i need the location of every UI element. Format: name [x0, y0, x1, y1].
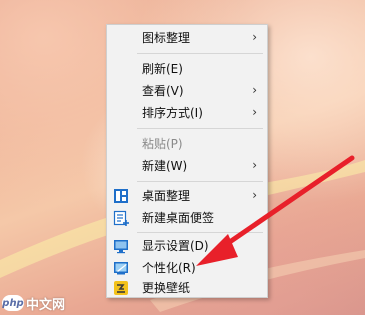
menu-item-label: 排序方式(I) — [142, 106, 203, 120]
watermark-text: 中文网 — [26, 297, 66, 313]
menu-item-view[interactable]: 查看(V) › — [107, 80, 267, 102]
menu-item-refresh[interactable]: 刷新(E) — [107, 58, 267, 80]
menu-separator — [137, 128, 263, 129]
site-watermark: php 中文网 — [2, 293, 65, 313]
menu-item-label: 刷新(E) — [142, 62, 183, 76]
menu-item-label: 图标整理 — [142, 31, 191, 45]
menu-item-personalize[interactable]: 个性化(R) — [107, 257, 267, 279]
menu-item-desktop-organize[interactable]: 桌面整理 › — [107, 185, 267, 207]
menu-item-new-desktop-note[interactable]: 新建桌面便签 — [107, 207, 267, 229]
menu-item-label: 查看(V) — [142, 84, 184, 98]
menu-separator — [137, 53, 263, 54]
php-logo: php — [2, 295, 24, 311]
desktop-organize-icon — [114, 189, 128, 203]
change-wallpaper-icon — [114, 281, 128, 295]
menu-item-change-wallpaper[interactable]: 更换壁纸 — [107, 277, 267, 299]
menu-item-label: 粘贴(P) — [142, 137, 183, 151]
menu-item-label: 桌面整理 — [142, 189, 191, 203]
menu-item-label: 更换壁纸 — [142, 281, 191, 295]
display-settings-icon — [114, 240, 128, 254]
chevron-right-icon: › — [252, 30, 257, 44]
desktop-note-icon — [113, 210, 129, 226]
menu-item-display-settings[interactable]: 显示设置(D) — [107, 235, 267, 257]
chevron-right-icon: › — [252, 105, 257, 119]
menu-separator — [137, 181, 263, 182]
menu-item-label: 显示设置(D) — [142, 239, 209, 253]
chevron-right-icon: › — [252, 188, 257, 202]
menu-item-icon-arrange[interactable]: 图标整理 › — [107, 27, 267, 49]
menu-item-sort-by[interactable]: 排序方式(I) › — [107, 102, 267, 124]
menu-item-paste[interactable]: 粘贴(P) — [107, 133, 267, 155]
menu-separator — [137, 232, 263, 233]
menu-item-label: 个性化(R) — [142, 261, 196, 275]
chevron-right-icon: › — [252, 83, 257, 97]
menu-item-label: 新建(W) — [142, 159, 188, 173]
chevron-right-icon: › — [252, 158, 257, 172]
menu-item-label: 新建桌面便签 — [142, 211, 215, 225]
personalize-icon — [114, 262, 128, 275]
desktop-context-menu: 图标整理 › 刷新(E) 查看(V) › 排序方式(I) › 粘贴(P) 新建(… — [106, 24, 268, 298]
menu-item-new[interactable]: 新建(W) › — [107, 155, 267, 177]
